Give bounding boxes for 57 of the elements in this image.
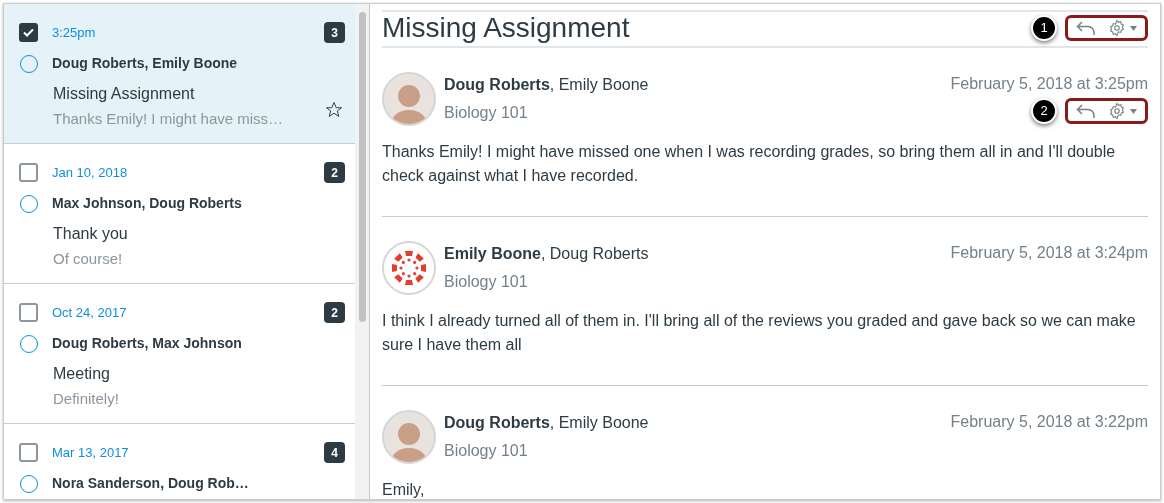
caret-icon: [1130, 108, 1137, 114]
conversation-item[interactable]: Oct 24, 2017 2 Doug Roberts, Max Johnson Meeting Definitely!: [4, 284, 355, 424]
settings-menu-button[interactable]: [1108, 102, 1137, 120]
caret-icon: [1130, 25, 1137, 31]
message-body: I think I already turned all of them in. I'll bring all of the reviews you graded and gave back so we can make sure I have them all: [382, 311, 1137, 355]
course-name: Biology 101: [444, 441, 529, 461]
conversation-participants: Doug Roberts, Emily Boone: [52, 54, 238, 73]
reply-button[interactable]: [1076, 103, 1096, 119]
conversation-date: Oct 24, 2017: [52, 303, 127, 322]
message-count: 2: [324, 162, 345, 183]
checkbox[interactable]: [19, 23, 38, 42]
scrollbar-thumb[interactable]: [358, 12, 366, 322]
conversation-preview: Definitely!: [53, 389, 119, 409]
callout-number: 2: [1031, 98, 1057, 124]
conversation-title: Missing Assignment: [382, 11, 630, 45]
checkbox[interactable]: [19, 443, 38, 462]
conversation-item[interactable]: 3:25pm 3 Doug Roberts, Emily Boone Missing Assignment Thanks Emily! I might have miss…: [4, 4, 355, 144]
message-body: Thanks Emily! I might have missed one when I was recording grades, so bring them all in and I'll double check against what I have recorded.: [382, 142, 1117, 186]
course-name: Biology 101: [444, 272, 529, 292]
conversation-subject: Missing Assignment: [53, 84, 195, 104]
avatar-silhouette: [382, 410, 436, 464]
message-count: 3: [324, 22, 345, 43]
conversation-participants: Max Johnson, Doug Roberts: [52, 194, 242, 213]
conversation-participants: Nora Sanderson, Doug Rob…: [52, 474, 249, 493]
conversation-date: Jan 10, 2018: [52, 163, 128, 182]
course-name: Biology 101: [444, 103, 529, 123]
settings-icon: [1108, 19, 1126, 37]
conversation-subject: Meeting: [53, 364, 110, 384]
settings-icon: [1108, 102, 1126, 120]
conversation-participants: Doug Roberts, Max Johnson: [52, 334, 242, 353]
reply-icon: [1076, 20, 1096, 36]
message-date: February 5, 2018 at 3:22pm: [950, 412, 1148, 432]
callout-number: 1: [1031, 15, 1057, 41]
checkmark-icon: [23, 28, 34, 37]
message-participants: Emily Boone, Doug Roberts: [444, 244, 649, 264]
reply-icon: [1076, 103, 1096, 119]
checkbox[interactable]: [19, 303, 38, 322]
message-count: 4: [324, 442, 345, 463]
message-participants: Doug Roberts, Emily Boone: [444, 75, 649, 95]
reply-button[interactable]: [1076, 20, 1096, 36]
avatar-silhouette: [382, 72, 436, 126]
conversation-preview: Thanks Emily! I might have miss…: [53, 109, 284, 129]
settings-menu-button[interactable]: [1108, 19, 1137, 37]
message-participants: Doug Roberts, Emily Boone: [444, 413, 649, 433]
conversation-date: 3:25pm: [52, 23, 96, 42]
conversation-item[interactable]: Jan 10, 2018 2 Max Johnson, Doug Roberts Thank you Of course!: [4, 144, 355, 284]
message-body: Emily,: [382, 480, 426, 499]
conversation-preview: Of course!: [53, 249, 123, 269]
message-date: February 5, 2018 at 3:25pm: [950, 74, 1148, 94]
message-date: February 5, 2018 at 3:24pm: [950, 243, 1148, 263]
star-icon[interactable]: [325, 101, 343, 119]
logo-avatar: [382, 241, 436, 295]
conversation-item[interactable]: Mar 13, 2017 4 Nora Sanderson, Doug Rob…: [4, 424, 355, 499]
message-count: 2: [324, 302, 345, 323]
checkbox[interactable]: [19, 163, 38, 182]
conversation-subject: Thank you: [53, 224, 128, 244]
conversation-date: Mar 13, 2017: [52, 443, 129, 462]
